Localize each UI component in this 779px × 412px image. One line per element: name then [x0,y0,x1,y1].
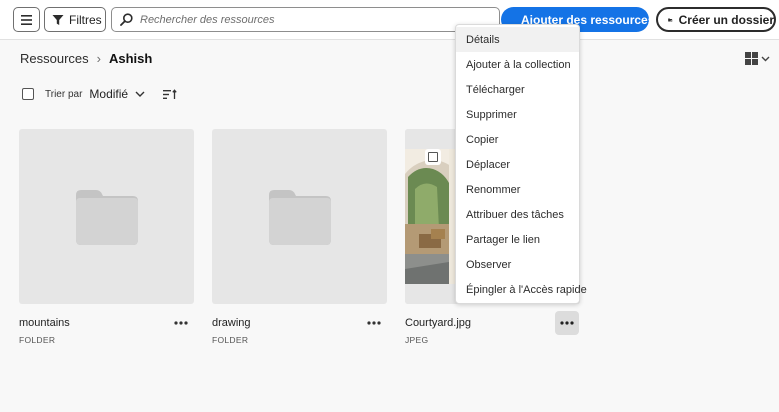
grid-view-icon [745,52,758,65]
search-input[interactable] [140,13,480,26]
asset-name[interactable]: mountains [19,317,70,329]
menu-item-details[interactable]: Détails [456,27,579,52]
filters-button[interactable]: Filtres [44,7,106,32]
more-actions-button[interactable] [555,311,579,335]
menu-item-rename[interactable]: Renommer [456,177,579,202]
sort-order-icon[interactable] [163,88,177,100]
hamburger-menu-button[interactable] [13,7,40,32]
filters-label: Filtres [69,12,102,27]
more-actions-button[interactable] [362,311,386,335]
asset-type: JPEG [405,335,429,345]
asset-card[interactable]: mountains FOLDER [19,129,194,345]
chevron-down-icon[interactable] [135,91,145,97]
select-all-checkbox[interactable] [22,88,34,100]
asset-name[interactable]: drawing [212,317,251,329]
menu-item-download[interactable]: Télécharger [456,77,579,102]
more-icon [174,321,188,325]
select-checkbox[interactable] [425,149,441,165]
search-icon [120,13,133,26]
sort-label: Trier par [45,88,83,100]
sort-bar: Trier par Modifié [22,87,177,101]
top-toolbar: Filtres Ajouter des ressources Créer un … [0,0,779,40]
breadcrumb-separator: › [96,51,101,66]
menu-item-watch[interactable]: Observer [456,252,579,277]
chevron-down-icon [761,56,770,61]
more-icon [367,321,381,325]
folder-thumbnail[interactable] [19,129,194,304]
context-menu: Détails Ajouter à la collection Téléchar… [455,24,587,304]
menu-item-copy[interactable]: Copier [456,127,579,152]
breadcrumb: Ressources › Ashish [20,51,152,66]
menu-item-assign-tasks[interactable]: Attribuer des tâches [456,202,579,227]
menu-item-add-to-collection[interactable]: Ajouter à la collection [456,52,579,77]
more-actions-button[interactable] [169,311,193,335]
menu-item-pin-quick-access[interactable]: Épingler à l'Accès rapide [456,277,587,302]
menu-item-share-link[interactable]: Partager le lien [456,227,579,252]
sort-field-dropdown[interactable]: Modifié [89,87,128,101]
asset-card[interactable]: drawing FOLDER [212,129,387,345]
asset-type: FOLDER [19,335,56,345]
checkbox-box [428,152,438,162]
menu-item-move[interactable]: Déplacer [456,152,579,177]
menu-item-delete[interactable]: Supprimer [456,102,579,127]
more-icon [560,321,574,325]
create-folder-label: Créer un dossier [678,12,774,27]
folder-icon [268,189,331,245]
search-box[interactable] [111,7,500,32]
breadcrumb-current: Ashish [108,51,153,66]
breadcrumb-root-link[interactable]: Ressources [20,51,89,66]
create-folder-button[interactable]: Créer un dossier [656,7,776,32]
filter-icon [52,14,64,25]
asset-type: FOLDER [212,335,249,345]
new-folder-icon [668,18,673,22]
asset-name[interactable]: Courtyard.jpg [405,317,471,329]
folder-icon [75,189,138,245]
view-mode-toggle[interactable] [745,52,770,65]
hamburger-icon [21,14,32,25]
folder-thumbnail[interactable] [212,129,387,304]
